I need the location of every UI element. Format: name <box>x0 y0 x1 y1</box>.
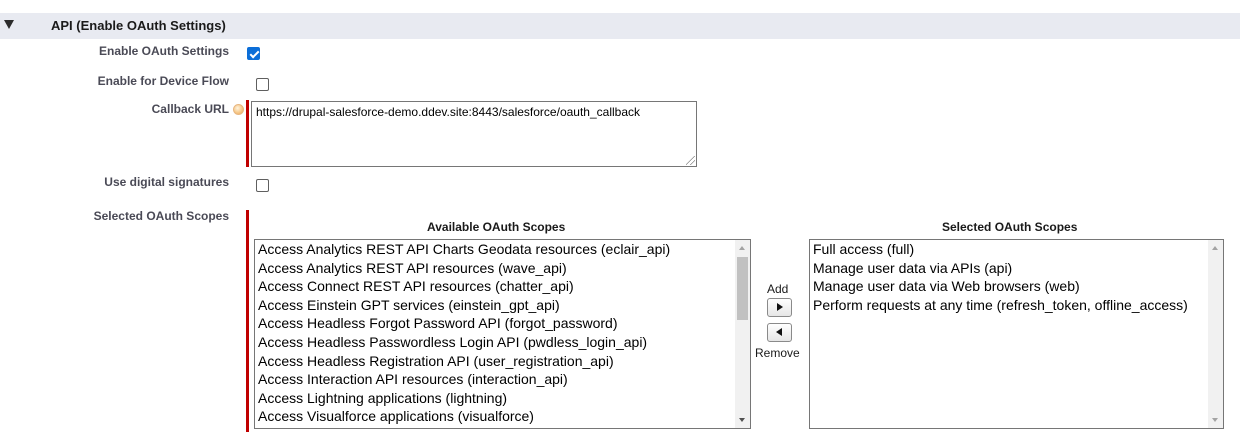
oauth-settings-page: API (Enable OAuth Settings) Enable OAuth… <box>0 0 1240 439</box>
available-scopes-list[interactable]: Access Analytics REST API Charts Geodata… <box>254 239 751 429</box>
digital-signatures-checkbox[interactable] <box>256 179 269 192</box>
selected-scopes-scrollbar[interactable] <box>1208 240 1223 428</box>
available-scope-item[interactable]: Access Analytics REST API Charts Geodata… <box>258 240 670 259</box>
arrow-right-icon <box>777 303 783 311</box>
resize-handle-icon[interactable] <box>686 156 695 165</box>
available-scope-item[interactable]: Access Headless Forgot Password API (for… <box>258 314 618 333</box>
callback-url-textarea[interactable]: https://drupal-salesforce-demo.ddev.site… <box>251 101 697 167</box>
available-scope-item[interactable]: Access Headless Registration API (user_r… <box>258 352 614 371</box>
help-icon[interactable] <box>233 104 244 115</box>
selected-scope-item[interactable]: Perform requests at any time (refresh_to… <box>813 296 1188 315</box>
section-title: API (Enable OAuth Settings) <box>51 18 226 33</box>
arrow-left-icon <box>776 328 782 336</box>
digital-signatures-label: Use digital signatures <box>104 175 229 189</box>
available-scopes-title: Available OAuth Scopes <box>427 220 566 234</box>
available-scopes-scrollbar[interactable] <box>735 240 750 428</box>
available-scope-item[interactable]: Access Lightning applications (lightning… <box>258 389 507 408</box>
scroll-up-icon[interactable] <box>739 246 745 250</box>
callback-url-label: Callback URL <box>151 102 229 116</box>
callback-url-value: https://drupal-salesforce-demo.ddev.site… <box>256 105 640 119</box>
selected-scope-item[interactable]: Manage user data via Web browsers (web) <box>813 277 1080 296</box>
available-scope-item[interactable]: Access Visualforce applications (visualf… <box>258 407 534 426</box>
enable-oauth-checkbox[interactable] <box>247 47 260 60</box>
available-scope-item[interactable]: Access Einstein GPT services (einstein_g… <box>258 296 560 315</box>
scroll-up-icon[interactable] <box>1212 246 1218 250</box>
selected-scope-item[interactable]: Full access (full) <box>813 240 914 259</box>
add-label: Add <box>767 282 789 296</box>
oauth-scopes-label: Selected OAuth Scopes <box>93 209 229 223</box>
remove-label: Remove <box>755 346 800 360</box>
available-scope-item[interactable]: Access Headless Passwordless Login API (… <box>258 333 647 352</box>
scroll-thumb[interactable] <box>737 257 748 320</box>
selected-scope-item[interactable]: Manage user data via APIs (api) <box>813 259 1012 278</box>
oauth-scopes-required-indicator <box>246 210 249 432</box>
add-button[interactable] <box>767 298 792 317</box>
scroll-down-icon[interactable] <box>1212 418 1218 422</box>
available-scope-item[interactable]: Access Interaction API resources (intera… <box>258 370 568 389</box>
scroll-down-icon[interactable] <box>739 418 745 422</box>
available-scope-item[interactable]: Access Analytics REST API resources (wav… <box>258 259 567 278</box>
callback-url-required-indicator <box>246 100 249 167</box>
device-flow-checkbox[interactable] <box>256 78 269 91</box>
triangle-down-icon[interactable] <box>4 20 14 29</box>
available-scope-item[interactable]: Access Connect REST API resources (chatt… <box>258 277 574 296</box>
selected-scopes-list[interactable]: Full access (full) Manage user data via … <box>809 239 1224 429</box>
remove-button[interactable] <box>767 323 792 342</box>
section-header: API (Enable OAuth Settings) <box>0 13 1240 39</box>
selected-scopes-title: Selected OAuth Scopes <box>942 220 1078 234</box>
device-flow-label: Enable for Device Flow <box>97 74 229 88</box>
enable-oauth-label: Enable OAuth Settings <box>98 44 229 58</box>
